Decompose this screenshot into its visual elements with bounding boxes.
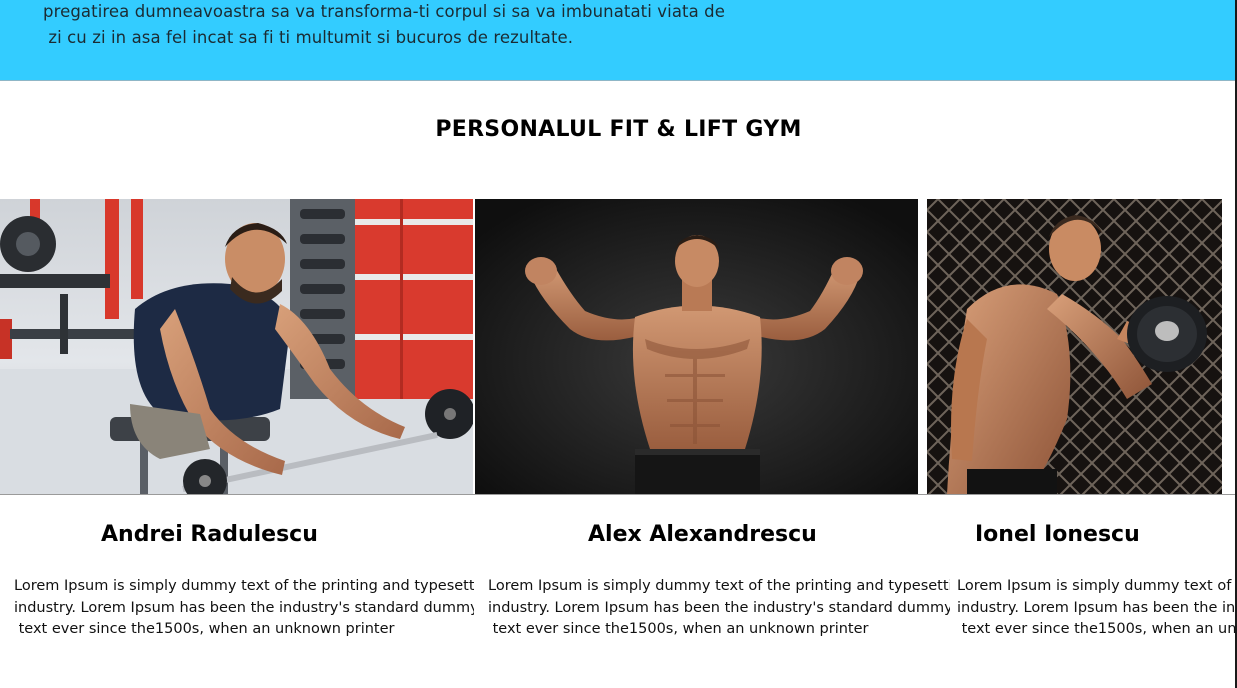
trainer-name-andrei: Andrei Radulescu <box>101 522 318 547</box>
trainer-description-line: industry. Lorem Ipsum has been the indus… <box>957 599 1235 616</box>
trainer-description-alex: Lorem Ipsum is simply dummy text of the … <box>488 576 950 641</box>
trainer-description-line: Lorem Ipsum is simply dummy text of the … <box>957 578 1232 594</box>
trainer-name-ionel: Ionel Ionescu <box>975 522 1140 547</box>
flexing-photo-image <box>475 199 918 494</box>
intro-text-line-1: pregatirea dumneavoastra sa va transform… <box>43 2 725 21</box>
trainer-photo-strip <box>0 199 1235 495</box>
trainer-description-line: industry. Lorem Ipsum has been the indus… <box>488 599 950 616</box>
trainer-description-line: text ever since the1500s, when an unknow… <box>14 621 395 637</box>
page: pregatirea dumneavoastra sa va transform… <box>0 0 1237 688</box>
intro-text-line-2: zi cu zi in asa fel incat sa fi ti multu… <box>43 28 574 47</box>
dumbbell-photo-image <box>927 199 1222 494</box>
section-title: PERSONALUL FIT & LIFT GYM <box>435 117 802 142</box>
trainer-description-line: Lorem Ipsum is simply dummy text of the … <box>14 578 474 594</box>
trainer-description-line: text ever since the1500s, when an unknow… <box>488 621 869 637</box>
trainer-photo-alex <box>475 199 918 494</box>
trainer-photo-andrei <box>0 199 473 494</box>
trainer-description-andrei: Lorem Ipsum is simply dummy text of the … <box>14 576 474 641</box>
trainer-description-line: industry. Lorem Ipsum has been the indus… <box>14 599 474 616</box>
intro-banner: pregatirea dumneavoastra sa va transform… <box>0 0 1235 81</box>
trainer-description-ionel: Lorem Ipsum is simply dummy text of the … <box>957 576 1235 641</box>
trainer-photo-ionel <box>927 199 1222 494</box>
trainer-name-alex: Alex Alexandrescu <box>588 522 817 547</box>
gym-bench-photo-image <box>0 199 473 494</box>
trainer-description-line: text ever since the1500s, when an unknow… <box>961 621 1235 637</box>
trainer-description-line: Lorem Ipsum is simply dummy text of the … <box>488 578 950 594</box>
